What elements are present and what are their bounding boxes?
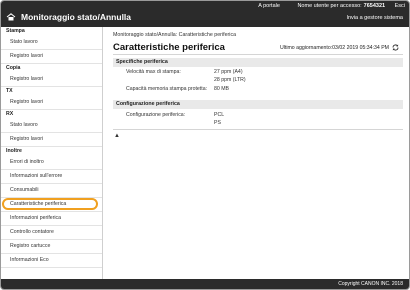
sidebar-item-rx-registro-lavori[interactable]: Registro lavori <box>1 133 102 147</box>
portal-link[interactable]: A portale <box>258 3 280 9</box>
home-icon[interactable] <box>6 13 16 21</box>
header-bar: A portale Nome utente per accesso: 765432… <box>1 1 409 27</box>
title-divider <box>113 54 403 55</box>
value-config-pcl: PCL <box>214 112 225 118</box>
sidebar: Stampa Stato lavoro Registro lavori Copi… <box>1 27 103 279</box>
footer: Copyright CANON INC. 2018 <box>1 279 409 289</box>
sidebar-section-stampa: Stampa <box>6 28 25 34</box>
sidebar-section-rx: RX <box>6 111 14 117</box>
last-update-text: Ultimo aggiornamento:03/02 2019 05:34:34… <box>279 44 389 51</box>
logout-link[interactable]: Esci <box>395 3 405 9</box>
value-config-ps: PS <box>214 120 221 126</box>
sidebar-section-copia: Copia <box>6 65 21 71</box>
app-frame: A portale Nome utente per accesso: 765432… <box>0 0 410 290</box>
sidebar-item-informazioni-periferica[interactable]: Informazioni periferica <box>1 212 102 226</box>
sidebar-section-tx: TX <box>6 88 13 94</box>
value-velocita-ltr: 28 ppm (LTR) <box>214 77 246 83</box>
page-header-title: Monitoraggio stato/Annulla <box>21 12 132 22</box>
mail-admin-link[interactable]: Invia a gestore sistema <box>346 15 403 21</box>
header-links: A portale Nome utente per accesso: 765432… <box>250 3 405 9</box>
section-configurazione-header: Configurazione periferica <box>113 100 403 109</box>
sidebar-section-inoltre: Inoltre <box>6 148 22 154</box>
label-capacita-memoria: Capacità memoria stampa protetta: <box>126 86 208 92</box>
breadcrumb: Monitoraggio stato/Annulla: Caratteristi… <box>113 32 237 38</box>
sidebar-item-errori-inoltro[interactable]: Errori di inoltro <box>1 156 102 170</box>
section-specifiche-header: Specifiche periferica <box>113 58 403 67</box>
sidebar-item-caratteristiche-periferica[interactable]: Caratteristiche periferica <box>1 198 102 212</box>
sidebar-item-controllo-contatore[interactable]: Controllo contatore <box>1 226 102 240</box>
sidebar-item-rx-stato-lavoro[interactable]: Stato lavoro <box>1 119 102 133</box>
sidebar-item-stampa-stato-lavoro[interactable]: Stato lavoro <box>1 36 102 50</box>
main-content: Monitoraggio stato/Annulla: Caratteristi… <box>103 27 409 279</box>
sidebar-item-registro-cartucce[interactable]: Registro cartucce <box>1 240 102 254</box>
label-configurazione: Configurazione periferica: <box>126 112 186 118</box>
content-divider <box>113 129 403 130</box>
sidebar-item-consumabili[interactable]: Consumabili <box>1 184 102 198</box>
user-value: 7654321 <box>363 3 386 9</box>
refresh-icon[interactable] <box>392 44 399 51</box>
sidebar-item-stampa-registro-lavori[interactable]: Registro lavori <box>1 50 102 64</box>
back-to-top-link[interactable]: ▲ <box>114 133 120 139</box>
page-title: Caratteristiche periferica <box>113 42 225 53</box>
value-velocita-a4: 27 ppm (A4) <box>214 69 243 75</box>
value-capacita-memoria: 80 MB <box>214 86 229 92</box>
label-velocita-max: Velocità max di stampa: <box>126 69 181 75</box>
last-update: Ultimo aggiornamento:03/02 2019 05:34:34… <box>280 44 399 51</box>
sidebar-item-copia-registro-lavori[interactable]: Registro lavori <box>1 73 102 87</box>
copyright-text: Copyright CANON INC. 2018 <box>338 281 403 287</box>
user-label: Nome utente per accesso: 7654321 <box>297 3 386 9</box>
sidebar-item-informazioni-errore[interactable]: Informazioni sull'errore <box>1 170 102 184</box>
sidebar-item-informazioni-eco[interactable]: Informazioni Eco <box>1 254 102 268</box>
sidebar-item-tx-registro-lavori[interactable]: Registro lavori <box>1 96 102 110</box>
